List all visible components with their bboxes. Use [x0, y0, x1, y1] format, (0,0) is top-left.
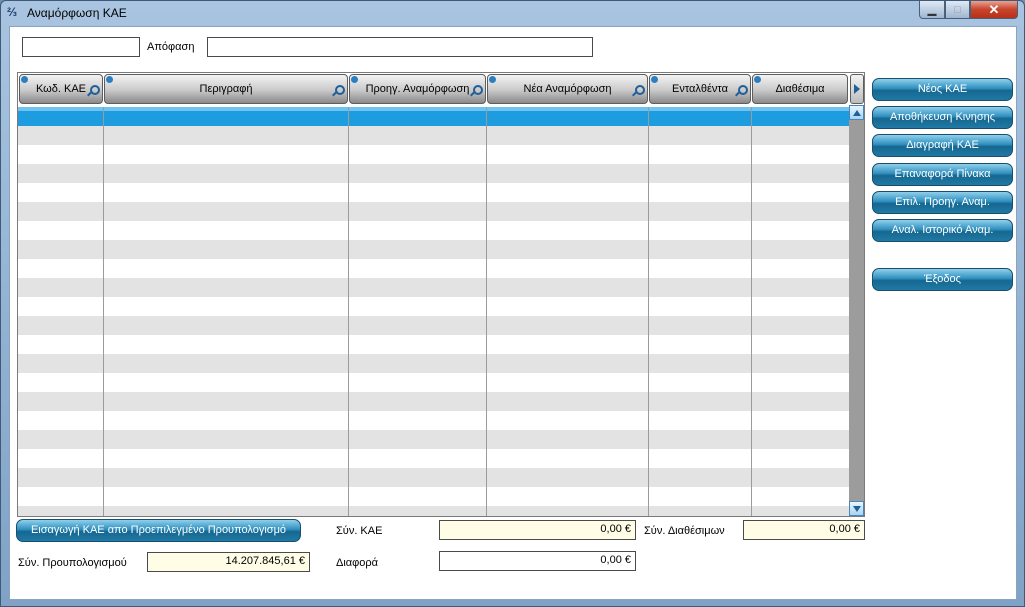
table-row[interactable]	[18, 354, 849, 373]
column-header-description[interactable]: Περιγραφή	[104, 74, 348, 104]
main-window: ⅔ Αναμόρφωση ΚΑΕ ▁ □ ✕ Απόφαση Κωδ. ΚΑΕ …	[0, 0, 1025, 607]
delete-kae-button[interactable]: Διαγραφή ΚΑΕ	[872, 134, 1013, 157]
table-row[interactable]	[18, 506, 849, 516]
table-row[interactable]	[18, 240, 849, 259]
maximize-button[interactable]: □	[945, 1, 970, 19]
column-label: Ενταλθέντα	[672, 83, 728, 95]
search-icon[interactable]	[335, 85, 345, 95]
total-available-field: 0,00 €	[743, 520, 865, 540]
app-icon: ⅔	[7, 5, 18, 19]
column-label: Περιγραφή	[199, 83, 253, 95]
total-budget-field: 14.207.845,61 €	[147, 552, 310, 572]
window-title: Αναμόρφωση ΚΑΕ	[27, 6, 127, 20]
exit-button[interactable]: Έξοδος	[872, 268, 1013, 291]
table-row[interactable]	[18, 411, 849, 430]
table-row[interactable]	[18, 183, 849, 202]
total-kae-label: Σύν. ΚΑΕ	[336, 525, 383, 537]
total-budget-label: Σύν. Προυπολογισμού	[18, 557, 127, 569]
table-row[interactable]	[18, 392, 849, 411]
total-available-label: Σύν. Διαθέσιμων	[644, 525, 725, 537]
chevron-down-icon	[853, 506, 861, 512]
decision-label: Απόφαση	[147, 41, 195, 53]
kae-grid[interactable]: Κωδ. ΚΑΕ Περιγραφή Προηγ. Αναμόρφωση Νέα…	[17, 72, 865, 517]
table-row[interactable]	[18, 373, 849, 392]
reset-table-button[interactable]: Επαναφορά Πίνακα	[872, 163, 1013, 186]
table-row[interactable]	[18, 164, 849, 183]
search-icon[interactable]	[635, 85, 645, 95]
table-row[interactable]	[18, 259, 849, 278]
table-row[interactable]	[18, 430, 849, 449]
column-header-code[interactable]: Κωδ. ΚΑΕ	[19, 74, 103, 104]
sort-indicator-icon	[21, 76, 28, 83]
minimize-button[interactable]: ▁	[919, 1, 945, 19]
table-row[interactable]	[18, 202, 849, 221]
column-label: Νέα Αναμόρφωση	[523, 83, 612, 95]
decision-field[interactable]	[207, 37, 593, 57]
table-row[interactable]	[18, 278, 849, 297]
import-kae-button[interactable]: Εισαγωγή ΚΑΕ απο Προεπιλεγμένο Προυπολογ…	[16, 519, 301, 542]
scroll-columns-right-icon[interactable]	[850, 74, 864, 104]
difference-field: 0,00 €	[439, 551, 636, 571]
search-icon[interactable]	[738, 85, 748, 95]
scroll-up-button[interactable]	[849, 105, 864, 120]
table-row[interactable]	[18, 126, 849, 145]
table-row[interactable]	[18, 487, 849, 506]
search-icon[interactable]	[473, 85, 483, 95]
sort-indicator-icon	[651, 76, 658, 83]
chevron-up-icon	[853, 110, 861, 116]
table-row[interactable]	[18, 449, 849, 468]
column-label: Διαθέσιμα	[775, 83, 825, 95]
table-row[interactable]	[18, 316, 849, 335]
title-bar[interactable]: ⅔ Αναμόρφωση ΚΑΕ ▁ □ ✕	[1, 1, 1024, 25]
amendment-history-button[interactable]: Αναλ. Ιστορικό Αναμ.	[872, 219, 1013, 242]
column-header-new-amendment[interactable]: Νέα Αναμόρφωση	[487, 74, 648, 104]
save-movement-button[interactable]: Αποθήκευση Κινησης	[872, 106, 1013, 129]
total-kae-field: 0,00 €	[439, 520, 636, 540]
column-header-committed[interactable]: Ενταλθέντα	[649, 74, 751, 104]
table-row-selected[interactable]	[18, 107, 849, 126]
grid-rows	[18, 107, 849, 516]
table-row[interactable]	[18, 145, 849, 164]
difference-label: Διαφορά	[336, 557, 379, 569]
vertical-scrollbar[interactable]	[849, 105, 864, 516]
column-header-available[interactable]: Διαθέσιμα	[752, 74, 848, 104]
close-button[interactable]: ✕	[970, 1, 1018, 19]
code-field[interactable]	[22, 37, 140, 57]
column-label: Κωδ. ΚΑΕ	[35, 83, 87, 95]
sort-indicator-icon	[754, 76, 761, 83]
table-row[interactable]	[18, 468, 849, 487]
new-kae-button[interactable]: Νέος ΚΑΕ	[872, 78, 1013, 101]
table-row[interactable]	[18, 221, 849, 240]
table-row[interactable]	[18, 297, 849, 316]
form-client-area: Απόφαση Κωδ. ΚΑΕ Περιγραφή Προηγ. Αναμόρ…	[9, 26, 1017, 600]
sort-indicator-icon	[106, 76, 113, 83]
sort-indicator-icon	[489, 76, 496, 83]
column-header-prev-amendment[interactable]: Προηγ. Αναμόρφωση	[349, 74, 486, 104]
select-previous-amendment-button[interactable]: Επιλ. Προηγ. Αναμ.	[872, 191, 1013, 214]
table-row[interactable]	[18, 335, 849, 354]
sort-indicator-icon	[351, 76, 358, 83]
column-label: Προηγ. Αναμόρφωση	[365, 83, 470, 95]
scroll-down-button[interactable]	[849, 501, 864, 516]
search-icon[interactable]	[90, 85, 100, 95]
